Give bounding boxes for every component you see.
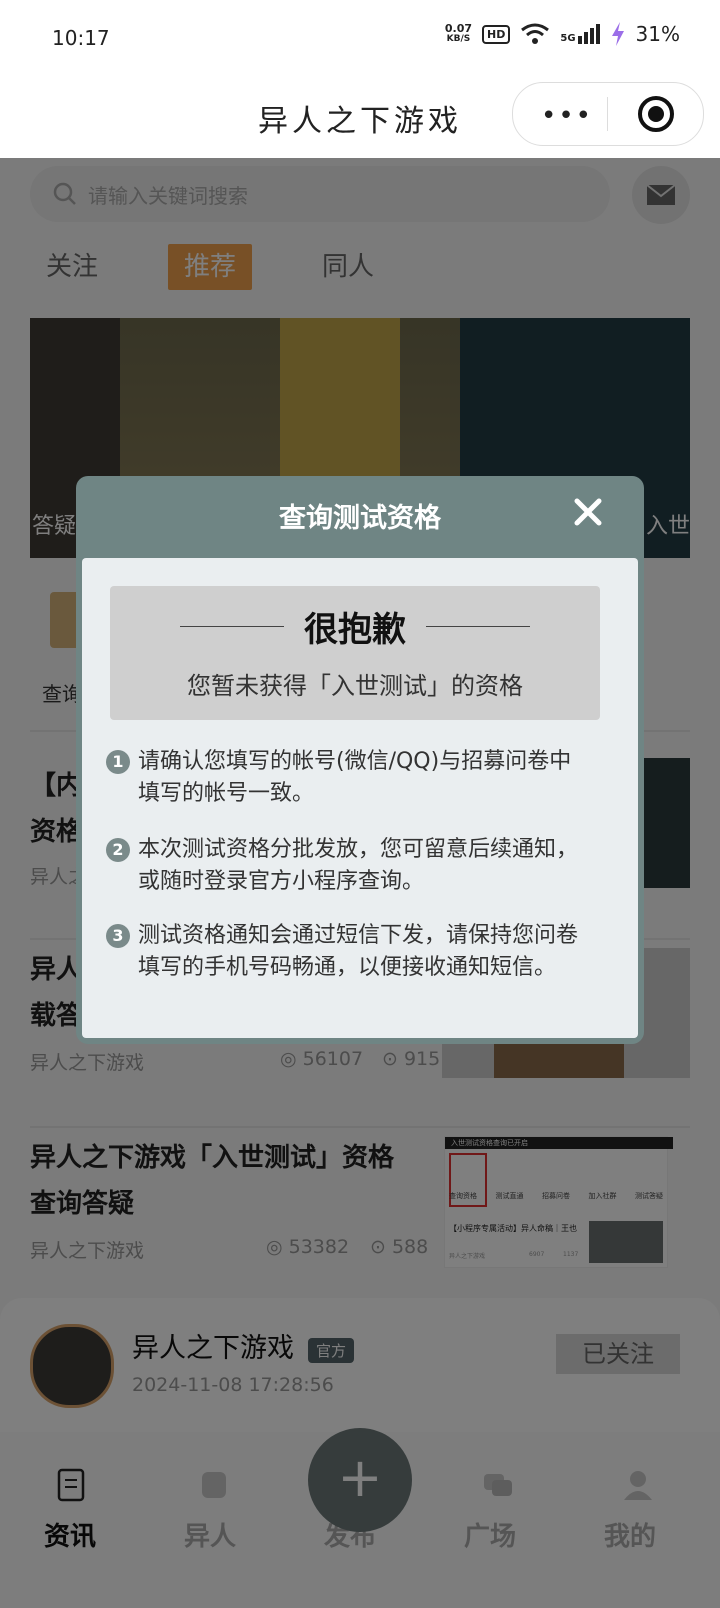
tip-number-3: 3 <box>106 924 130 948</box>
status-time: 10:17 <box>52 26 110 50</box>
result-heading: 很抱歉 <box>304 610 406 650</box>
status-bar: 10:17 0.07 KB/S HD 5G 31% <box>0 0 720 80</box>
close-icon[interactable] <box>572 496 604 528</box>
more-icon[interactable]: ••• <box>541 101 593 131</box>
tip-item-2: 2 本次测试资格分批发放，您可留意后续通知，或随时登录官方小程序查询。 <box>106 834 579 898</box>
qualification-modal: 查询测试资格 很抱歉 您暂未获得「入世测试」的资格 1 请确认您填写的帐号(微信… <box>76 476 644 1044</box>
tip-text-1: 请确认您填写的帐号(微信/QQ)与招募问卷中填写的帐号一致。 <box>138 749 572 806</box>
tip-number-1: 1 <box>106 750 130 774</box>
tip-text-3: 测试资格通知会通过短信下发，请保持您问卷填写的手机号码畅通，以便接收通知短信。 <box>138 923 579 980</box>
result-box: 很抱歉 您暂未获得「入世测试」的资格 <box>110 586 600 720</box>
wifi-icon <box>521 23 550 44</box>
tip-item-3: 3 测试资格通知会通过短信下发，请保持您问卷填写的手机号码畅通，以便接收通知短信… <box>106 920 579 984</box>
title-bar: 异人之下游戏 ••• <box>0 80 720 158</box>
tip-text-2: 本次测试资格分批发放，您可留意后续通知，或随时登录官方小程序查询。 <box>138 837 579 894</box>
modal-title: 查询测试资格 <box>279 503 441 534</box>
capsule-divider <box>607 97 608 131</box>
tip-number-2: 2 <box>106 838 130 862</box>
battery-level: 31% <box>635 22 680 46</box>
charging-icon <box>611 22 624 46</box>
result-subheading: 您暂未获得「入世测试」的资格 <box>187 672 523 700</box>
hd-icon: HD <box>482 24 511 44</box>
status-icons: 0.07 KB/S HD 5G 31% <box>445 22 680 46</box>
miniprogram-capsule: ••• <box>512 82 704 146</box>
net-speed: 0.07 KB/S <box>444 22 473 44</box>
tip-item-1: 1 请确认您填写的帐号(微信/QQ)与招募问卷中填写的帐号一致。 <box>106 746 578 810</box>
modal-body: 很抱歉 您暂未获得「入世测试」的资格 1 请确认您填写的帐号(微信/QQ)与招募… <box>82 558 638 1038</box>
close-target-icon[interactable] <box>637 95 675 133</box>
signal-icon: 5G <box>560 24 600 44</box>
